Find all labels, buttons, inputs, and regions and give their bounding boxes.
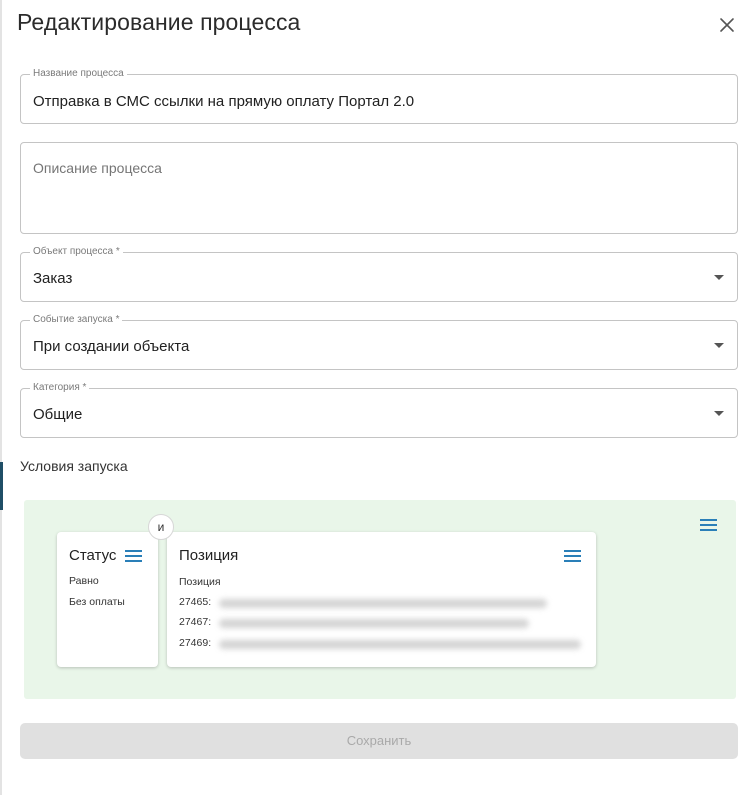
process-name-field[interactable]: Название процесса Отправка в СМС ссылки … [20, 68, 738, 124]
menu-icon [564, 550, 581, 562]
process-name-value: Отправка в СМС ссылки на прямую оплату П… [33, 93, 415, 110]
launch-event-select[interactable]: Событие запуска * При создании объекта [20, 314, 738, 370]
chevron-down-icon [714, 343, 724, 348]
redacted-text [219, 640, 581, 649]
launch-event-label: Событие запуска * [30, 314, 123, 326]
process-description-field[interactable]: Описание процесса [20, 142, 738, 234]
side-marker [0, 462, 3, 510]
position-card-menu-button[interactable] [564, 549, 582, 563]
close-button[interactable] [714, 12, 740, 38]
close-icon [720, 18, 734, 32]
window-edge [0, 0, 2, 795]
position-subtitle: Позиция [179, 576, 221, 588]
launch-conditions-label: Условия запуска [20, 458, 128, 474]
menu-icon [125, 550, 142, 562]
position-item: 27465: [179, 596, 212, 608]
position-item: 27467: [179, 616, 212, 628]
conditions-menu-button[interactable] [700, 518, 718, 532]
process-description-placeholder: Описание процесса [33, 160, 162, 176]
position-card-title: Позиция [179, 547, 239, 564]
category-select[interactable]: Категория * Общие [20, 382, 738, 438]
launch-event-value: При создании объекта [33, 338, 190, 355]
process-object-select[interactable]: Объект процесса * Заказ [20, 246, 738, 302]
dialog-title: Редактирование процесса [17, 9, 301, 35]
status-comparison: Равно [69, 575, 99, 587]
chevron-down-icon [714, 411, 724, 416]
redacted-text [219, 599, 547, 608]
status-card-title: Статус [69, 547, 117, 564]
category-label: Категория * [30, 382, 90, 394]
category-value: Общие [33, 406, 83, 423]
process-name-label: Название процесса [30, 68, 127, 80]
status-condition-card[interactable]: Статус Равно Без оплаты [57, 532, 158, 667]
menu-icon [700, 519, 717, 531]
chevron-down-icon [714, 275, 724, 280]
status-card-menu-button[interactable] [125, 549, 143, 563]
position-condition-card[interactable]: Позиция Позиция 27465: 27467: 27469: [167, 532, 596, 667]
process-object-value: Заказ [33, 270, 73, 287]
process-object-label: Объект процесса * [30, 246, 123, 258]
logical-operator-badge[interactable]: и [148, 514, 174, 540]
save-button[interactable]: Сохранить [20, 723, 738, 759]
position-item: 27469: [179, 637, 212, 649]
status-value: Без оплаты [69, 596, 125, 608]
redacted-text [219, 619, 529, 628]
